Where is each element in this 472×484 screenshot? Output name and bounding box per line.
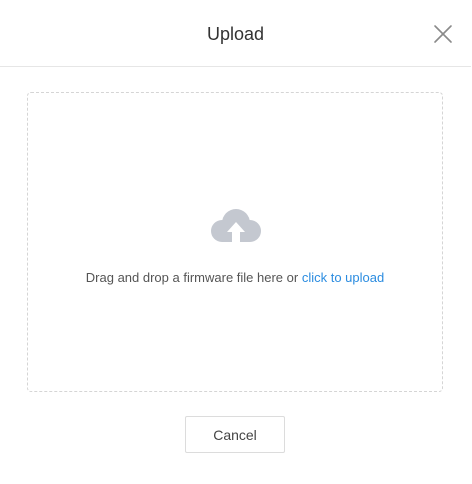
upload-hint: Drag and drop a firmware file here or cl… <box>28 269 442 287</box>
upload-hint-text: Drag and drop a firmware file here or <box>85 270 302 285</box>
close-icon <box>434 25 452 43</box>
close-button[interactable] <box>432 23 454 45</box>
click-to-upload-link[interactable]: click to upload <box>302 270 384 285</box>
dialog-title: Upload <box>206 24 265 44</box>
upload-dialog: Upload Drag and drop a firmware file her… <box>0 0 472 484</box>
upload-dropzone[interactable]: Drag and drop a firmware file here or cl… <box>27 92 443 392</box>
cancel-button[interactable]: Cancel <box>185 416 285 453</box>
cloud-upload-icon <box>209 206 263 246</box>
dialog-header: Upload <box>0 0 471 67</box>
